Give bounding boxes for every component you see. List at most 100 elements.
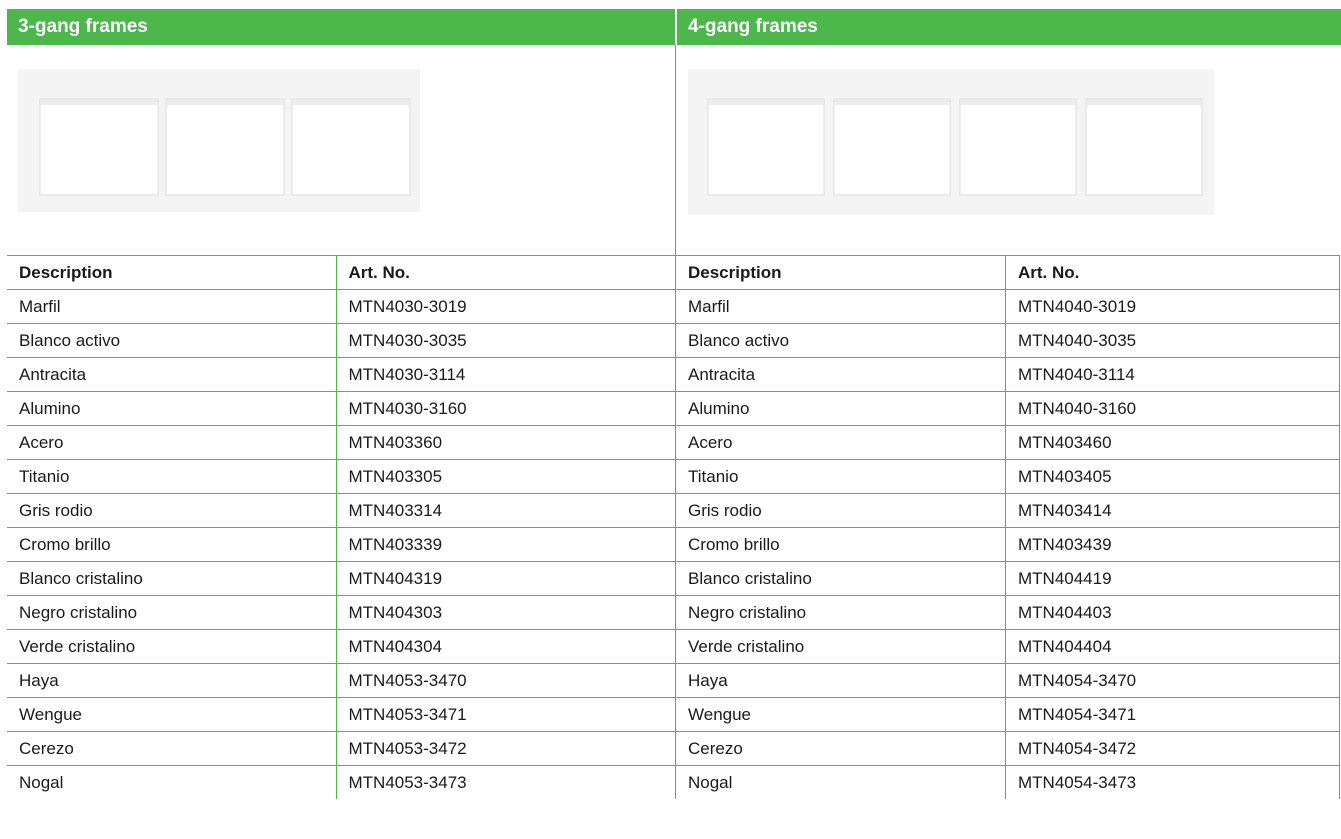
table-row: Antracita MTN4030-3114	[7, 357, 676, 392]
cell-art-no: MTN403405	[1005, 459, 1340, 494]
cell-description: Marfil	[7, 289, 337, 324]
cell-art-no: MTN4040-3114	[1005, 357, 1340, 392]
cell-description: Blanco activo	[675, 323, 1006, 358]
table-row: Nogal MTN4053-3473	[7, 765, 676, 799]
frame-4-gang-image	[688, 69, 1214, 215]
table-row: Negro cristalino MTN404403	[675, 595, 1340, 630]
cell-description: Wengue	[7, 697, 337, 732]
cell-description: Cerezo	[7, 731, 337, 766]
cell-description: Gris rodio	[7, 493, 337, 528]
cell-art-no: MTN404304	[335, 629, 676, 664]
section-title: 4-gang frames	[688, 16, 818, 37]
table-row: Wengue MTN4054-3471	[675, 697, 1340, 732]
cell-art-no: MTN403305	[335, 459, 676, 494]
cell-description: Blanco activo	[7, 323, 337, 358]
cell-art-no: MTN403414	[1005, 493, 1340, 528]
cell-description: Marfil	[675, 289, 1006, 324]
cell-description: Alumino	[7, 391, 337, 426]
table-row: Alumino MTN4040-3160	[675, 391, 1340, 426]
table-row: Blanco cristalino MTN404419	[675, 561, 1340, 596]
cell-art-no: MTN4030-3019	[335, 289, 676, 324]
table-row: Acero MTN403460	[675, 425, 1340, 460]
table-row: Gris rodio MTN403314	[7, 493, 676, 528]
cell-art-no: MTN403339	[335, 527, 676, 562]
section-title: 3-gang frames	[18, 16, 148, 37]
cell-art-no: MTN4053-3471	[335, 697, 676, 732]
cell-description: Cerezo	[675, 731, 1006, 766]
section-header-3-gang: 3-gang frames	[7, 9, 675, 45]
cell-description: Negro cristalino	[675, 595, 1006, 630]
cell-art-no: MTN4030-3035	[335, 323, 676, 358]
table-row: Blanco activo MTN4040-3035	[675, 323, 1340, 358]
cell-art-no: MTN403460	[1005, 425, 1340, 460]
table-row: Gris rodio MTN403414	[675, 493, 1340, 528]
table-row: Marfil MTN4040-3019	[675, 289, 1340, 324]
table-row: Verde cristalino MTN404404	[675, 629, 1340, 664]
cell-art-no: MTN4030-3160	[335, 391, 676, 426]
cell-art-no: MTN404419	[1005, 561, 1340, 596]
cell-description: Acero	[7, 425, 337, 460]
table-row: Acero MTN403360	[7, 425, 676, 460]
table-row: Cerezo MTN4053-3472	[7, 731, 676, 766]
column-header-art-no: Art. No.	[335, 255, 676, 290]
table-row: Wengue MTN4053-3471	[7, 697, 676, 732]
cell-art-no: MTN4053-3470	[335, 663, 676, 698]
cell-description: Antracita	[7, 357, 337, 392]
cell-description: Titanio	[675, 459, 1006, 494]
table-3-gang: Description Art. No. Marfil MTN4030-3019 B…	[7, 255, 676, 799]
frame-3-gang-image	[18, 69, 420, 212]
cell-art-no: MTN404303	[335, 595, 676, 630]
table-row: Cromo brillo MTN403339	[7, 527, 676, 562]
cell-art-no: MTN4030-3114	[335, 357, 676, 392]
table-4-gang: Description Art. No. Marfil MTN4040-3019 B…	[675, 255, 1340, 799]
cell-description: Gris rodio	[675, 493, 1006, 528]
column-header-description: Description	[7, 255, 337, 290]
column-header-description: Description	[675, 255, 1006, 290]
cell-description: Haya	[7, 663, 337, 698]
table-header-row: Description Art. No.	[675, 255, 1340, 290]
table-row: Marfil MTN4030-3019	[7, 289, 676, 324]
cell-description: Negro cristalino	[7, 595, 337, 630]
table-row: Titanio MTN403405	[675, 459, 1340, 494]
cell-description: Blanco cristalino	[675, 561, 1006, 596]
cell-art-no: MTN4054-3471	[1005, 697, 1340, 732]
section-header-4-gang: 4-gang frames	[677, 9, 1341, 45]
table-row: Verde cristalino MTN404304	[7, 629, 676, 664]
cell-art-no: MTN404403	[1005, 595, 1340, 630]
cell-art-no: MTN403439	[1005, 527, 1340, 562]
table-row: Haya MTN4054-3470	[675, 663, 1340, 698]
cell-art-no: MTN4040-3035	[1005, 323, 1340, 358]
cell-description: Nogal	[675, 765, 1006, 799]
cell-description: Verde cristalino	[7, 629, 337, 664]
cell-art-no: MTN4040-3160	[1005, 391, 1340, 426]
cell-art-no: MTN403360	[335, 425, 676, 460]
cell-art-no: MTN4054-3473	[1005, 765, 1340, 799]
cell-description: Verde cristalino	[675, 629, 1006, 664]
table-header-row: Description Art. No.	[7, 255, 676, 290]
table-row: Negro cristalino MTN404303	[7, 595, 676, 630]
column-header-art-no: Art. No.	[1005, 255, 1340, 290]
cell-description: Titanio	[7, 459, 337, 494]
cell-art-no: MTN4053-3473	[335, 765, 676, 799]
cell-description: Cromo brillo	[675, 527, 1006, 562]
cell-description: Acero	[675, 425, 1006, 460]
table-row: Blanco cristalino MTN404319	[7, 561, 676, 596]
cell-description: Antracita	[675, 357, 1006, 392]
table-row: Alumino MTN4030-3160	[7, 391, 676, 426]
cell-art-no: MTN404404	[1005, 629, 1340, 664]
cell-description: Blanco cristalino	[7, 561, 337, 596]
cell-art-no: MTN4054-3472	[1005, 731, 1340, 766]
cell-art-no: MTN403314	[335, 493, 676, 528]
cell-description: Alumino	[675, 391, 1006, 426]
cell-art-no: MTN4040-3019	[1005, 289, 1340, 324]
cell-description: Cromo brillo	[7, 527, 337, 562]
cell-description: Wengue	[675, 697, 1006, 732]
table-row: Blanco activo MTN4030-3035	[7, 323, 676, 358]
table-row: Antracita MTN4040-3114	[675, 357, 1340, 392]
table-row: Cerezo MTN4054-3472	[675, 731, 1340, 766]
cell-art-no: MTN4054-3470	[1005, 663, 1340, 698]
table-row: Nogal MTN4054-3473	[675, 765, 1340, 799]
cell-art-no: MTN404319	[335, 561, 676, 596]
cell-description: Haya	[675, 663, 1006, 698]
cell-description: Nogal	[7, 765, 337, 799]
